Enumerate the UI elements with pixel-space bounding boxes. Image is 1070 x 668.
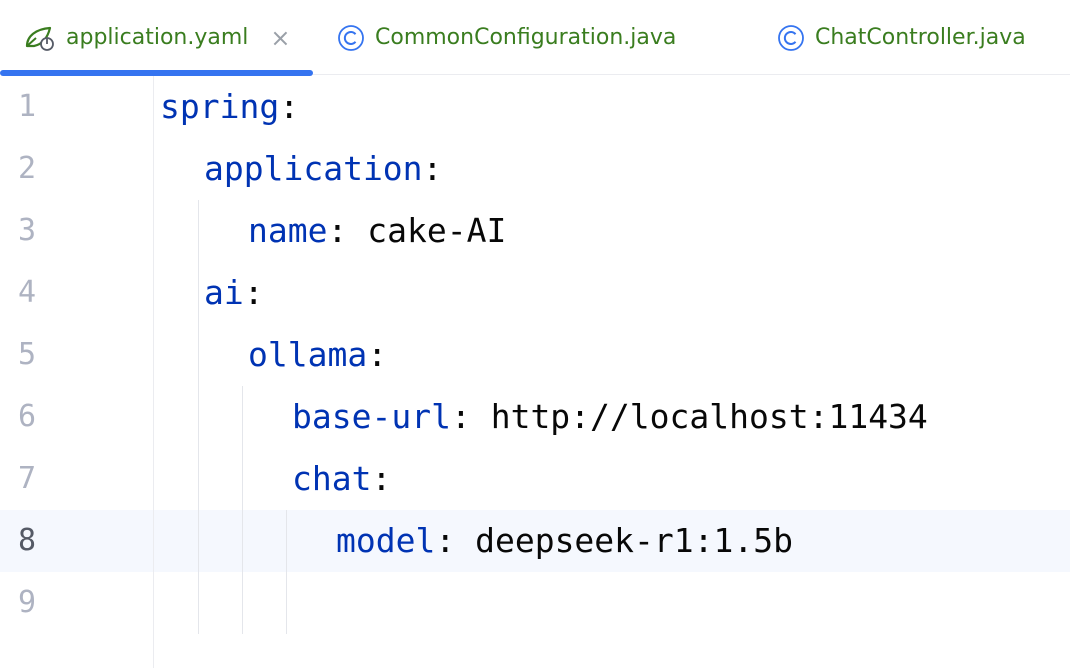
code-line[interactable]: 5 ollama:	[0, 324, 1070, 386]
tab-chatcontroller-java[interactable]: ChatController.java	[777, 0, 1026, 75]
yaml-entry: name: cake-AI	[248, 200, 506, 262]
code-line-current[interactable]: 8 model: deepseek-r1:1.5b	[0, 510, 1070, 572]
yaml-entry: model: deepseek-r1:1.5b	[336, 510, 793, 572]
yaml-value: deepseek-r1:1.5b	[475, 521, 793, 560]
gutter-separator	[153, 76, 154, 668]
code-line[interactable]: 1 spring:	[0, 76, 1070, 138]
yaml-entry: application:	[204, 138, 442, 200]
yaml-value: cake-AI	[367, 211, 507, 250]
yaml-value: http://localhost:11434	[490, 397, 928, 436]
code-line[interactable]: 3 name: cake-AI	[0, 200, 1070, 262]
indent-guide	[242, 386, 243, 634]
yaml-colon: :	[243, 273, 264, 312]
yaml-colon: :	[435, 521, 476, 560]
java-class-icon	[777, 24, 805, 52]
yaml-entry: spring:	[160, 76, 299, 138]
java-class-icon	[337, 24, 365, 52]
yaml-key: model	[336, 521, 436, 560]
yaml-entry: ollama:	[248, 324, 387, 386]
yaml-key: ai	[204, 273, 244, 312]
yaml-entry: chat:	[292, 448, 391, 510]
yaml-key: name	[248, 211, 328, 250]
line-number: 8	[18, 523, 37, 558]
line-number: 4	[18, 275, 37, 310]
code-line[interactable]: 6 base-url: http://localhost:11434	[0, 386, 1070, 448]
yaml-key: application	[204, 149, 423, 188]
indent-guide	[286, 510, 287, 634]
line-number: 7	[18, 461, 37, 496]
code-editor[interactable]: 1 spring: 2 application: 3 name: cake-AI…	[0, 76, 1070, 668]
yaml-key: spring	[160, 87, 280, 126]
tab-label: application.yaml	[66, 25, 249, 50]
line-number: 2	[18, 151, 37, 186]
yaml-colon: :	[422, 149, 443, 188]
yaml-colon: :	[450, 397, 491, 436]
code-line[interactable]: 2 application:	[0, 138, 1070, 200]
line-number: 6	[18, 399, 37, 434]
yaml-spring-icon	[24, 24, 56, 52]
yaml-colon: :	[327, 211, 368, 250]
indent-guide	[198, 200, 199, 634]
yaml-entry: base-url: http://localhost:11434	[292, 386, 928, 448]
yaml-key: base-url	[292, 397, 451, 436]
yaml-colon: :	[367, 335, 388, 374]
tab-commonconfiguration-java[interactable]: CommonConfiguration.java	[337, 0, 676, 75]
line-number: 3	[18, 213, 37, 248]
code-line[interactable]: 4 ai:	[0, 262, 1070, 324]
yaml-key: ollama	[248, 335, 368, 374]
close-icon[interactable]: ×	[270, 26, 290, 50]
yaml-key: chat	[292, 459, 372, 498]
yaml-colon: :	[279, 87, 300, 126]
line-number: 9	[18, 585, 37, 620]
yaml-colon: :	[371, 459, 392, 498]
line-number: 5	[18, 337, 37, 372]
code-line[interactable]: 7 chat:	[0, 448, 1070, 510]
tab-label: CommonConfiguration.java	[375, 25, 677, 50]
code-line[interactable]: 9	[0, 572, 1070, 634]
yaml-entry: ai:	[204, 262, 264, 324]
tab-application-yaml[interactable]: application.yaml ×	[0, 0, 313, 76]
editor-tab-bar: application.yaml × CommonConfiguration.j…	[0, 0, 1070, 76]
line-number: 1	[18, 89, 37, 124]
tab-label: ChatController.java	[815, 25, 1026, 50]
